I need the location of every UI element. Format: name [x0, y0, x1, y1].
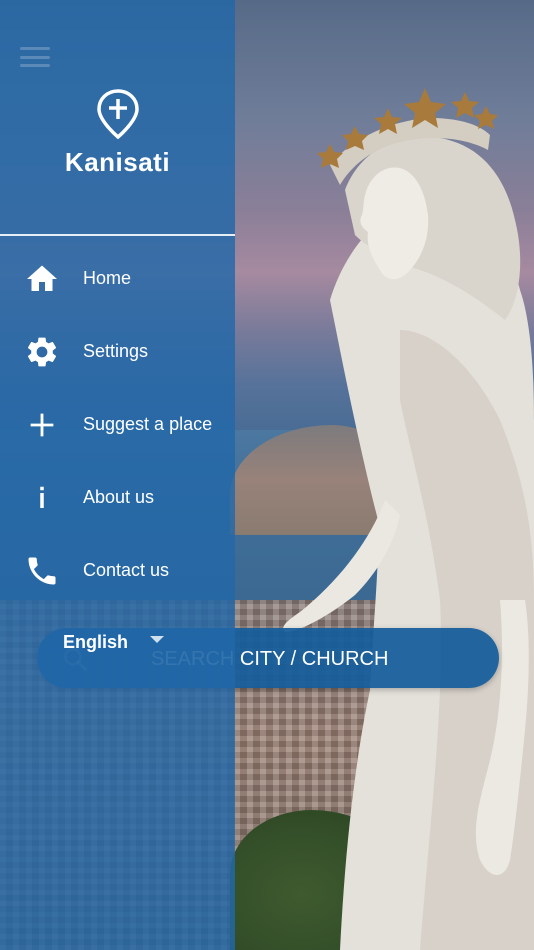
menu-item-label: About us — [83, 487, 155, 507]
menu-item-settings[interactable]: Settings — [0, 315, 235, 388]
menu-item-suggest-place[interactable]: Suggest a place — [0, 388, 235, 461]
drawer-menu: Home Settings Suggest a place About us C… — [0, 242, 235, 607]
menu-item-about[interactable]: About us — [0, 461, 235, 534]
menu-item-label: Suggest a place — [83, 414, 213, 434]
drawer-divider — [0, 234, 235, 236]
plus-icon — [22, 405, 62, 445]
menu-item-label: Home — [83, 268, 132, 288]
hamburger-menu-icon[interactable] — [20, 47, 50, 67]
gear-icon — [22, 332, 62, 372]
language-selector[interactable]: English — [63, 632, 165, 653]
app-logo-text: Kanisati — [64, 147, 171, 177]
menu-item-label: Settings — [83, 341, 149, 361]
menu-item-label: Contact us — [83, 560, 170, 580]
church-pin-icon — [96, 89, 139, 140]
home-icon — [22, 259, 62, 299]
phone-icon — [22, 551, 62, 591]
language-selected: English — [63, 632, 129, 652]
caret-down-icon — [150, 636, 165, 643]
app-logo: Kanisati — [0, 88, 235, 178]
menu-item-home[interactable]: Home — [0, 242, 235, 315]
menu-item-contact[interactable]: Contact us — [0, 534, 235, 607]
info-icon — [22, 478, 62, 518]
navigation-drawer: Kanisati Home Settings Suggest a place A… — [0, 0, 235, 950]
